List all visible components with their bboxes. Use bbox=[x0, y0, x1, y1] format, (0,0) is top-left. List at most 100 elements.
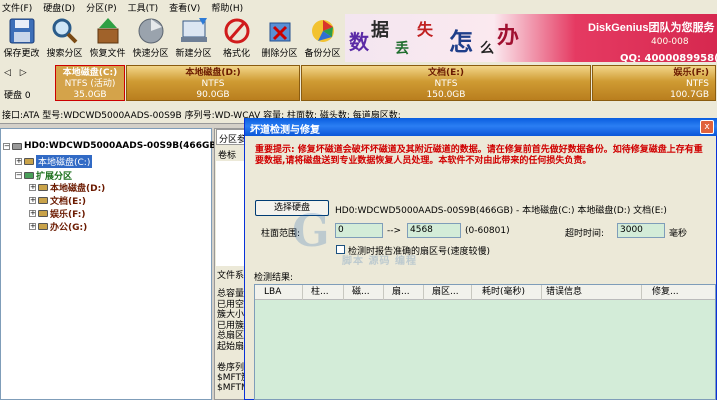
tree-node-f[interactable]: + 娱乐(F:) bbox=[29, 207, 85, 220]
collapse-icon[interactable]: − bbox=[3, 142, 10, 150]
tree-node-c[interactable]: + 本地磁盘(C:) bbox=[15, 155, 93, 168]
menu-partition[interactable]: 分区(P) bbox=[86, 1, 116, 14]
partition-name: 本地磁盘(D:) bbox=[185, 68, 241, 78]
column-lba[interactable]: LBA bbox=[255, 285, 303, 300]
search-partition-label: 搜索分区 bbox=[46, 49, 83, 59]
range-arrow: --> bbox=[387, 226, 402, 236]
hard-disk-icon bbox=[12, 142, 22, 150]
column-head[interactable]: 磁... bbox=[344, 285, 384, 300]
tree-g-label: 办公(G:) bbox=[50, 223, 88, 233]
menu-view[interactable]: 查看(V) bbox=[169, 1, 200, 14]
accurate-sector-label[interactable]: 检测时报告准确的扇区号(速度较慢) bbox=[348, 244, 490, 257]
field-start-sector: 起始扇 bbox=[217, 341, 245, 352]
partition-fs: NTFS bbox=[686, 79, 709, 89]
column-sector[interactable]: 扇... bbox=[384, 285, 424, 300]
quick-partition-label: 快速分区 bbox=[132, 49, 169, 59]
tree-disk-label: HD0:WDCWD5000AADS-00S9B(466GB) bbox=[24, 141, 221, 151]
select-disk-button[interactable]: 选择硬盘 bbox=[255, 200, 329, 216]
timeout-label: 超时时间: bbox=[565, 229, 605, 239]
partition-e[interactable]: 文档(E:) NTFS 150.0GB bbox=[301, 65, 591, 101]
partition-name: 本地磁盘(C:) bbox=[62, 68, 118, 78]
format-icon bbox=[224, 18, 249, 44]
tree-node-disk[interactable]: − HD0:WDCWD5000AADS-00S9B(466GB) bbox=[3, 141, 220, 151]
banner-char-2: 据 bbox=[371, 20, 389, 41]
column-error[interactable]: 错误信息 bbox=[542, 285, 642, 300]
menu-disk[interactable]: 硬盘(D) bbox=[43, 1, 75, 14]
partition-fs: NTFS bbox=[434, 79, 458, 89]
delete-partition-button[interactable]: 删除分区 bbox=[258, 14, 301, 62]
backup-partition-label: 备份分区 bbox=[304, 49, 341, 59]
disk-tree[interactable]: − HD0:WDCWD5000AADS-00S9B(466GB) + 本地磁盘(… bbox=[0, 128, 220, 400]
menu-file[interactable]: 文件(F) bbox=[2, 1, 32, 14]
partition-d[interactable]: 本地磁盘(D:) NTFS 90.0GB bbox=[126, 65, 300, 101]
save-button[interactable]: 保存更改 bbox=[0, 14, 43, 62]
warning-text: 重要提示: 修复坏磁道会破坏坏磁道及其附近磁道的数据。请在修复前首先做好数据备份… bbox=[255, 145, 703, 166]
menu-help[interactable]: 帮助(H) bbox=[211, 1, 243, 14]
format-button[interactable]: 格式化 bbox=[215, 14, 258, 62]
banner-char-7: 办 bbox=[497, 23, 520, 49]
partition-size: 90.0GB bbox=[196, 90, 230, 100]
column-time[interactable]: 耗时(毫秒) bbox=[472, 285, 542, 300]
expand-icon[interactable]: + bbox=[29, 223, 36, 230]
backup-partition-button[interactable]: 备份分区 bbox=[301, 14, 344, 62]
disk-nav-arrows[interactable]: ◁ ▷ bbox=[4, 68, 30, 78]
dialog-title[interactable]: 坏道检测与修复 bbox=[245, 118, 717, 136]
disk-map: ◁ ▷ 硬盘 0 本地磁盘(C:) NTFS (活动) 35.0GB 本地磁盘(… bbox=[0, 62, 717, 102]
column-cylinder[interactable]: 柱... bbox=[303, 285, 344, 300]
partition-icon bbox=[38, 184, 48, 191]
collapse-icon[interactable]: − bbox=[15, 172, 22, 179]
cylinder-from-input[interactable]: 0 bbox=[335, 223, 383, 238]
cylinder-range-hint: (0-60801) bbox=[465, 226, 510, 236]
expand-icon[interactable]: + bbox=[29, 210, 36, 217]
new-partition-button[interactable]: 新建分区 bbox=[172, 14, 215, 62]
tree-node-d[interactable]: + 本地磁盘(D:) bbox=[29, 181, 105, 194]
accurate-sector-checkbox[interactable] bbox=[336, 245, 345, 254]
partition-f[interactable]: 娱乐(F:) NTFS 100.7GB bbox=[592, 65, 716, 101]
banner-qq: QQ: 4000089958(与电 bbox=[620, 53, 717, 62]
field-used-clusters: 已用簇 bbox=[217, 320, 245, 331]
banner-char-6: 么 bbox=[480, 41, 494, 57]
tree-node-g[interactable]: + 办公(G:) bbox=[29, 220, 87, 233]
save-label: 保存更改 bbox=[3, 49, 40, 59]
tree-node-e[interactable]: + 文档(E:) bbox=[29, 194, 86, 207]
extended-partition-icon bbox=[24, 172, 34, 179]
advertisement-banner[interactable]: 数 据 丢 失 怎 么 办 DiskGenius团队为您服务 400-008 Q… bbox=[345, 14, 717, 62]
tree-f-label: 娱乐(F:) bbox=[50, 210, 86, 220]
results-table[interactable]: LBA 柱... 磁... 扇... 扇区... 耗时(毫秒) 错误信息 修复.… bbox=[254, 284, 716, 400]
expand-icon[interactable]: + bbox=[29, 184, 36, 191]
quick-partition-button[interactable]: 快速分区 bbox=[129, 14, 172, 62]
banner-char-5: 怎 bbox=[449, 27, 473, 56]
partition-name: 文档(E:) bbox=[428, 68, 464, 78]
field-total-sectors: 总扇区 bbox=[217, 331, 245, 341]
column-sector-num[interactable]: 扇区... bbox=[424, 285, 472, 300]
partition-icon bbox=[38, 210, 48, 217]
partition-list[interactable] bbox=[216, 161, 246, 266]
new-partition-label: 新建分区 bbox=[175, 49, 212, 59]
banner-title: DiskGenius团队为您服务 bbox=[588, 22, 715, 34]
field-total-capacity: 总容量 bbox=[217, 289, 245, 299]
close-icon[interactable]: x bbox=[700, 120, 714, 134]
partition-size: 150.0GB bbox=[426, 90, 466, 100]
expand-icon[interactable]: + bbox=[15, 158, 22, 165]
toolbar: 保存更改 搜索分区 恢复文件 快速分区 新建分区 格式化 删除分区 备份分区 bbox=[0, 14, 350, 62]
column-repair[interactable]: 修复... bbox=[642, 285, 715, 300]
expand-icon[interactable]: + bbox=[29, 197, 36, 204]
filesystem-fields: 总容量 已用空 簇大小 已用簇 总扇区 起始扇 bbox=[217, 289, 244, 352]
partition-fs: NTFS (活动) bbox=[64, 79, 116, 89]
recover-file-label: 恢复文件 bbox=[89, 49, 126, 59]
timeout-input[interactable]: 3000 bbox=[617, 223, 665, 238]
format-label: 格式化 bbox=[222, 49, 250, 59]
search-partition-button[interactable]: 搜索分区 bbox=[43, 14, 86, 62]
cylinder-to-input[interactable]: 4568 bbox=[407, 223, 461, 238]
field-used-space: 已用空 bbox=[217, 299, 245, 310]
recover-file-button[interactable]: 恢复文件 bbox=[86, 14, 129, 62]
quick-partition-icon bbox=[138, 18, 163, 44]
delete-partition-icon bbox=[269, 22, 290, 42]
menu-bar: 文件(F) 硬盘(D) 分区(P) 工具(T) 查看(V) 帮助(H) bbox=[0, 0, 717, 14]
partition-c[interactable]: 本地磁盘(C:) NTFS (活动) 35.0GB bbox=[55, 65, 125, 101]
menu-tools[interactable]: 工具(T) bbox=[128, 1, 159, 14]
partition-size: 35.0GB bbox=[73, 90, 107, 100]
results-label: 检测结果: bbox=[254, 273, 294, 283]
delete-partition-label: 删除分区 bbox=[261, 49, 298, 59]
diskgenius-window: 文件(F) 硬盘(D) 分区(P) 工具(T) 查看(V) 帮助(H) 保存更改… bbox=[0, 0, 717, 400]
